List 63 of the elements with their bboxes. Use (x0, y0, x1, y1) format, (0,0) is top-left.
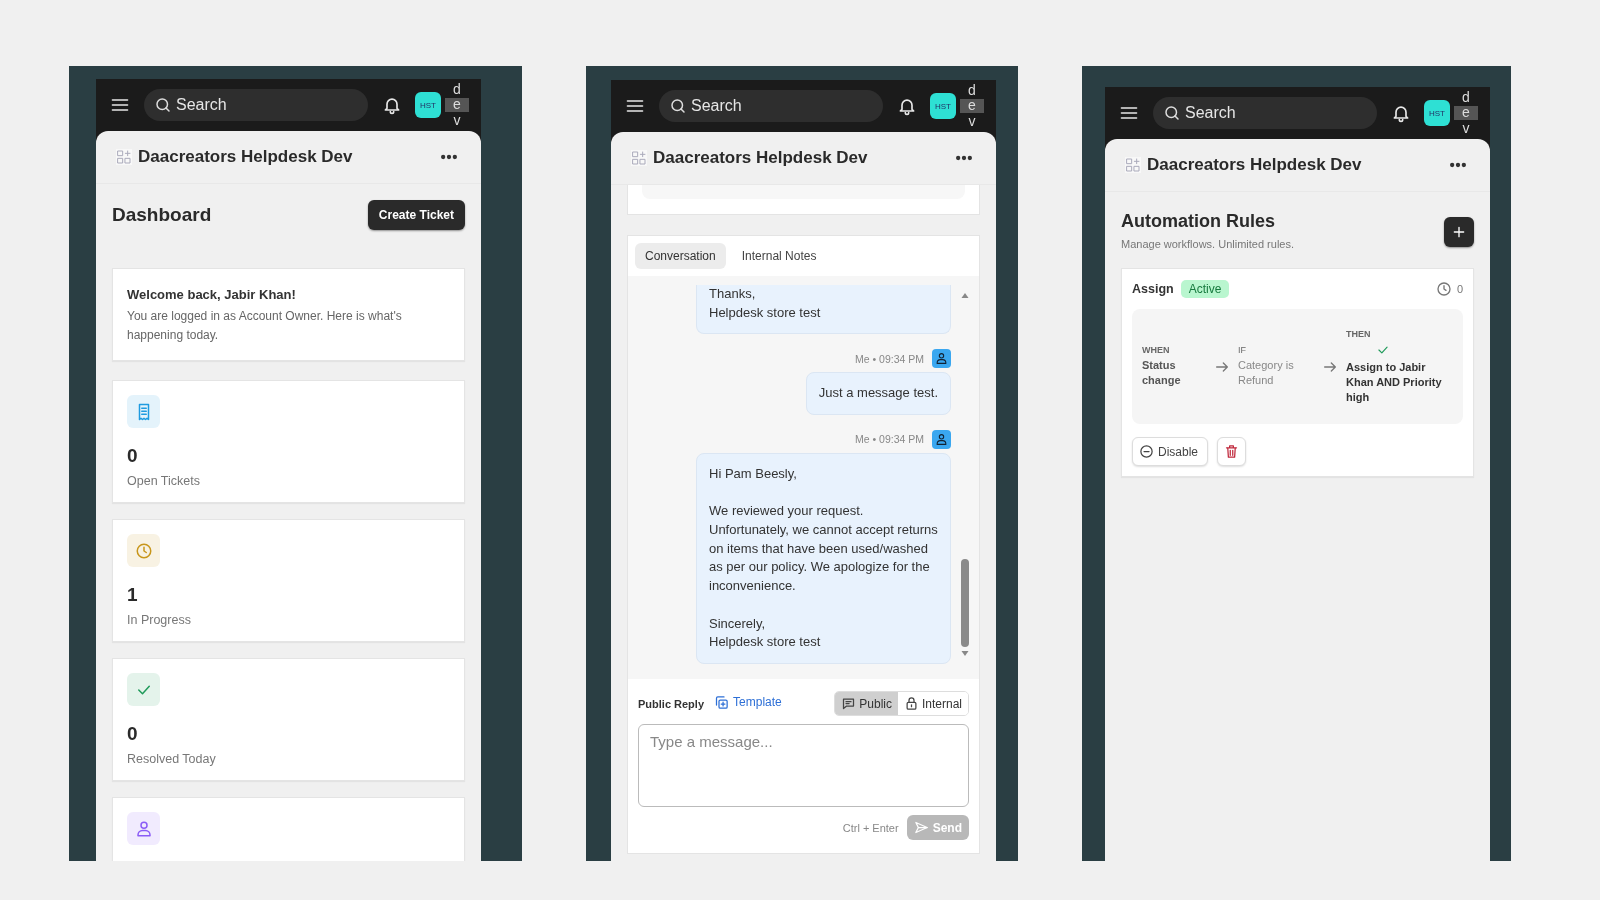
message-field[interactable]: Type a message... (638, 724, 969, 807)
welcome-title: Welcome back, Jabir Khan! (127, 287, 297, 302)
avatar[interactable]: HST (415, 92, 441, 118)
stat-value: 1 (127, 584, 139, 606)
app-icon (1125, 157, 1141, 173)
search-icon (154, 96, 172, 114)
message-bubble: Hi Pam Beesly, We reviewed your request. Unfortunately, we cannot accept returns on items that have been used/washed as per our policy. We apologize for the inconvenience. Sincerely, Helpdesk store test (696, 452, 951, 664)
chat-icon (841, 696, 857, 711)
clock-icon (1435, 281, 1452, 297)
search-field[interactable]: Search (144, 89, 368, 121)
message-bubble: Just a message test. (805, 372, 951, 415)
message-meta: Me • 09:34 PM (854, 433, 924, 446)
app-icon (116, 149, 132, 165)
shortcut-hint: Ctrl + Enter (842, 821, 899, 834)
search-field[interactable]: Search (1153, 97, 1377, 129)
minus-circle-icon (1139, 444, 1154, 459)
app-title: Daacreators Helpdesk Dev (1147, 155, 1363, 175)
page-title: Automation Rules (1121, 211, 1276, 232)
step-text: Category is Refund (1238, 358, 1295, 388)
plus-icon (1451, 224, 1467, 240)
step-label: THEN (1346, 328, 1372, 339)
stat-value: 0 (127, 723, 139, 745)
avatar[interactable]: HST (930, 93, 956, 119)
mode-button[interactable]: Public (835, 692, 898, 715)
tab[interactable]: Conversation (635, 243, 726, 269)
avatar[interactable]: HST (1424, 100, 1450, 126)
lock-icon (903, 696, 919, 711)
search-icon (669, 97, 687, 115)
run-count: 0 (1456, 283, 1463, 295)
app-title: Daacreators Helpdesk Dev (138, 147, 354, 167)
create-ticket-button[interactable]: Create Ticket (367, 200, 465, 230)
page-subtitle: Manage workflows. Unlimited rules. (1121, 238, 1294, 250)
reply-label: Public Reply (638, 697, 705, 710)
step-text: Status change (1142, 358, 1182, 388)
template-link[interactable]: Template (714, 694, 782, 710)
disable-button[interactable]: Disable (1132, 437, 1209, 466)
search-icon (1163, 104, 1181, 122)
delete-button[interactable] (1217, 437, 1247, 466)
rule-name: Assign (1132, 282, 1174, 296)
step-label: IF (1238, 345, 1247, 355)
welcome-text: You are logged in as Account Owner. Here is what's happening today. (127, 308, 403, 344)
step-label: WHEN (1142, 345, 1171, 355)
trash-icon (1224, 444, 1240, 459)
stat-label: Resolved Today (127, 752, 217, 766)
status-badge: Active (1180, 280, 1230, 298)
app-title: Daacreators Helpdesk Dev (653, 148, 869, 168)
bell-icon[interactable] (382, 95, 402, 115)
add-button[interactable] (1444, 217, 1474, 247)
message-meta: Me • 09:34 PM (854, 352, 924, 365)
tab[interactable]: Internal Notes (731, 243, 827, 269)
bell-icon[interactable] (897, 96, 917, 116)
stat-value: 0 (127, 445, 139, 467)
step-text: Assign to Jabir Khan AND Priority high (1346, 359, 1442, 405)
app-icon (631, 150, 647, 166)
stat-label: Open Tickets (127, 474, 201, 488)
bell-icon[interactable] (1391, 103, 1411, 123)
message-bubble: Thanks, Helpdesk store test (696, 284, 951, 335)
copy-plus-icon (714, 694, 730, 710)
send-icon (913, 820, 929, 835)
scrollbar-thumb[interactable] (961, 559, 969, 647)
page-title: Dashboard (112, 204, 212, 226)
search-field[interactable]: Search (659, 90, 883, 122)
stat-label: In Progress (127, 613, 192, 627)
